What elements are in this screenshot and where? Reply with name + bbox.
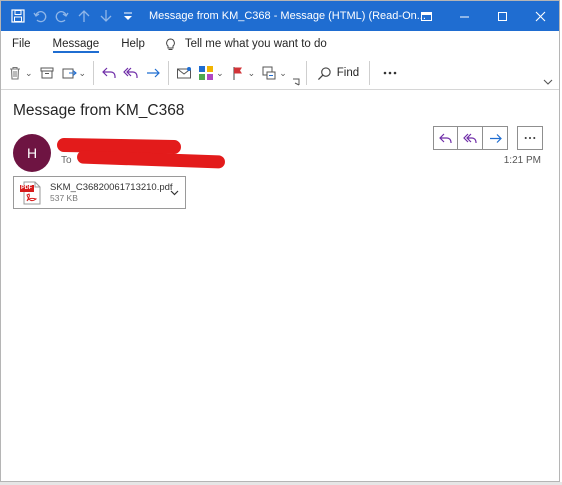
chevron-down-icon: ⌄ xyxy=(247,67,256,78)
dialog-launcher-icon[interactable] xyxy=(290,60,302,86)
lightbulb-icon xyxy=(166,37,175,50)
forward-arrow-icon xyxy=(147,68,160,78)
avatar[interactable]: H xyxy=(13,134,51,172)
more-commands-button[interactable] xyxy=(374,60,406,86)
translate-icon xyxy=(262,66,276,80)
follow-up-button[interactable]: ⌄ xyxy=(227,60,259,86)
attachment-filename: SKM_C36820061713210.pdf xyxy=(50,181,173,193)
envelope-icon xyxy=(177,67,192,79)
find-label: Find xyxy=(336,67,360,79)
close-button[interactable] xyxy=(521,1,559,31)
message-actions xyxy=(433,126,508,150)
reply-icon xyxy=(102,67,116,78)
attachment-text: SKM_C36820061713210.pdf 537 KB xyxy=(50,182,173,204)
window-title: Message from KM_C368 - Message (HTML) (R… xyxy=(149,10,426,22)
recipient-redaction xyxy=(76,150,226,169)
ribbon-expand-chevron-icon[interactable] xyxy=(543,77,553,87)
pdf-file-icon: PDF xyxy=(20,181,42,205)
trash-icon xyxy=(10,66,20,80)
customize-toolbar-icon[interactable] xyxy=(117,5,139,27)
flag-icon xyxy=(233,67,242,80)
chevron-down-icon: ⌄ xyxy=(78,67,87,78)
more-horizontal-icon xyxy=(524,136,536,140)
chevron-down-icon: ⌄ xyxy=(279,67,287,78)
reply-icon xyxy=(439,133,452,143)
find-button[interactable]: Find xyxy=(311,66,365,81)
reply-button-inline[interactable] xyxy=(433,126,458,150)
quick-access-toolbar: Message from KM_C368 - Message (HTML) (R… xyxy=(1,5,426,27)
reply-all-button[interactable] xyxy=(120,60,142,86)
minimize-button[interactable] xyxy=(445,1,483,31)
chevron-down-icon: ⌄ xyxy=(25,67,33,78)
message-subject: Message from KM_C368 xyxy=(13,102,185,119)
move-button[interactable]: ⌄ xyxy=(58,60,90,86)
reply-all-icon xyxy=(462,133,477,143)
undo-icon[interactable] xyxy=(29,5,51,27)
more-horizontal-icon xyxy=(383,71,397,75)
ribbon-tabs: File Message Help Tell me what you want … xyxy=(1,31,559,57)
save-icon[interactable] xyxy=(7,5,29,27)
categorize-button[interactable]: ⌄ xyxy=(195,60,227,86)
ribbon-separator xyxy=(93,61,95,85)
ribbon-separator xyxy=(369,61,371,85)
tab-file[interactable]: File xyxy=(1,31,42,57)
arrow-down-icon[interactable] xyxy=(95,5,117,27)
redo-icon[interactable] xyxy=(51,5,73,27)
outlook-message-window: Message from KM_C368 - Message (HTML) (R… xyxy=(0,0,560,482)
ribbon-separator xyxy=(305,61,307,85)
archive-icon xyxy=(40,67,54,79)
reply-all-icon xyxy=(123,67,138,78)
received-time: 1:21 PM xyxy=(503,155,541,166)
ribbon-toolbar: ⌄ ⌄ ⌄ ⌄ ⌄ Find xyxy=(1,57,559,90)
mark-unread-button[interactable] xyxy=(173,60,195,86)
chevron-down-icon: ⌄ xyxy=(216,67,224,78)
pdf-icon-label: PDF xyxy=(21,184,32,191)
categorize-icon xyxy=(199,66,214,80)
move-icon xyxy=(62,68,77,79)
tab-message[interactable]: Message xyxy=(42,31,111,57)
title-bar: Message from KM_C368 - Message (HTML) (R… xyxy=(1,1,559,31)
tell-me-search[interactable]: Tell me what you want to do xyxy=(164,37,327,51)
tab-help[interactable]: Help xyxy=(110,31,156,57)
ribbon-separator xyxy=(168,61,170,85)
delete-button[interactable]: ⌄ xyxy=(1,60,36,86)
reply-all-button-inline[interactable] xyxy=(458,126,483,150)
chevron-down-icon[interactable] xyxy=(170,188,179,197)
arrow-up-icon[interactable] xyxy=(73,5,95,27)
forward-button[interactable] xyxy=(142,60,164,86)
window-controls xyxy=(407,1,559,31)
maximize-button[interactable] xyxy=(483,1,521,31)
archive-button[interactable] xyxy=(36,60,58,86)
search-icon xyxy=(317,66,331,80)
translate-button[interactable]: ⌄ xyxy=(258,60,290,86)
tell-me-label: Tell me what you want to do xyxy=(184,38,327,50)
to-label: To xyxy=(61,155,72,166)
attachment-card[interactable]: PDF SKM_C36820061713210.pdf 537 KB xyxy=(13,176,186,209)
more-actions-button[interactable] xyxy=(517,126,543,150)
attachment-size: 537 KB xyxy=(50,192,78,203)
ribbon-display-options-icon[interactable] xyxy=(407,1,445,31)
reply-button[interactable] xyxy=(98,60,120,86)
forward-button-inline[interactable] xyxy=(483,126,508,150)
forward-arrow-icon xyxy=(489,133,502,143)
